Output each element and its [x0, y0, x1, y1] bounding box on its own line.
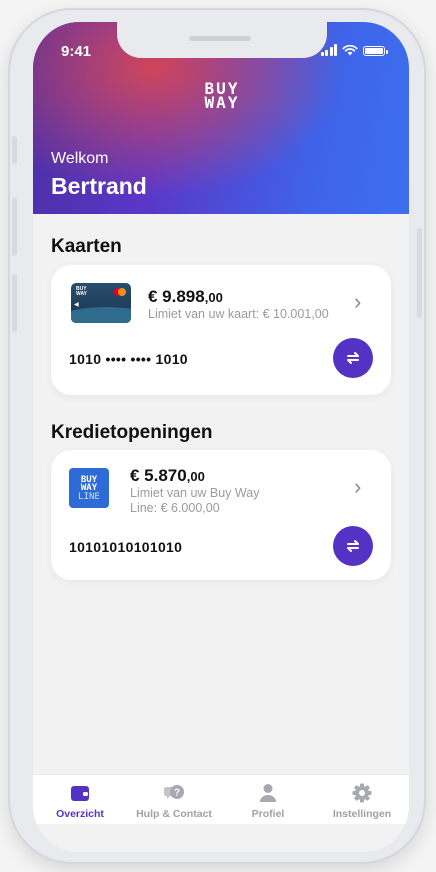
card-chevron-icon: ◀	[74, 302, 79, 308]
welcome-label: Welkom	[51, 150, 109, 167]
credit-line-tile[interactable]: BUY WAY LINE € 5.870,00 Limiet van uw Bu…	[51, 450, 391, 580]
card-limit: Limiet van uw kaart: € 10.001,00	[148, 307, 329, 321]
card-balance: € 9.898,00	[148, 287, 223, 306]
chevron-right-icon[interactable]: ›	[354, 291, 361, 313]
swap-arrows-icon	[347, 352, 359, 364]
device-notch	[117, 22, 327, 58]
transfer-button[interactable]	[333, 338, 373, 378]
tab-instellingen[interactable]: Instellingen	[315, 775, 409, 825]
user-name: Bertrand	[51, 173, 147, 199]
mute-switch	[12, 136, 17, 164]
power-button	[417, 228, 422, 318]
credit-card-tile[interactable]: BUY WAY ◀ € 9.898,00 Limiet van uw kaart…	[51, 265, 391, 395]
profile-icon	[257, 783, 279, 803]
credit-section-title: Kredietopeningen	[51, 422, 213, 443]
help-chat-icon: ?	[163, 783, 185, 803]
wallet-icon	[69, 783, 91, 803]
gear-icon	[351, 783, 373, 803]
app-screen: 9:41 BUY WAY Welkom Bertrand Kaarten BUY	[33, 22, 409, 852]
card-thumbnail: BUY WAY ◀	[71, 283, 131, 323]
bottom-tab-bar: Overzicht ? Hulp & Contact Profiel Inste…	[33, 774, 409, 825]
volume-up-button	[12, 198, 17, 256]
status-icons	[320, 44, 388, 56]
buyway-logo: BUY WAY	[204, 79, 240, 112]
welcome-header: 9:41 BUY WAY Welkom Bertrand	[33, 22, 409, 214]
svg-text:?: ?	[174, 788, 180, 799]
transfer-button[interactable]	[333, 526, 373, 566]
card-number: 1010 •••• •••• 1010	[69, 351, 188, 367]
credit-limit: Limiet van uw Buy Way Line: € 6.000,00	[130, 486, 260, 515]
tab-hulp-contact[interactable]: ? Hulp & Contact	[127, 775, 221, 825]
wifi-icon	[342, 44, 358, 56]
swap-arrows-icon	[347, 540, 359, 552]
credit-account-number: 10101010101010	[69, 539, 183, 555]
buyway-line-logo: BUY WAY LINE	[69, 468, 109, 508]
card-logo: BUY WAY	[76, 286, 87, 297]
battery-icon	[363, 46, 388, 56]
home-indicator-area	[33, 824, 409, 852]
cards-section-title: Kaarten	[51, 236, 122, 257]
tab-overzicht[interactable]: Overzicht	[33, 775, 127, 825]
tab-profiel[interactable]: Profiel	[221, 775, 315, 825]
status-time: 9:41	[61, 43, 92, 60]
chevron-right-icon[interactable]: ›	[354, 476, 361, 498]
signal-icon	[320, 44, 337, 56]
credit-balance: € 5.870,00	[130, 466, 205, 485]
mastercard-icon	[114, 288, 126, 296]
volume-down-button	[12, 274, 17, 332]
